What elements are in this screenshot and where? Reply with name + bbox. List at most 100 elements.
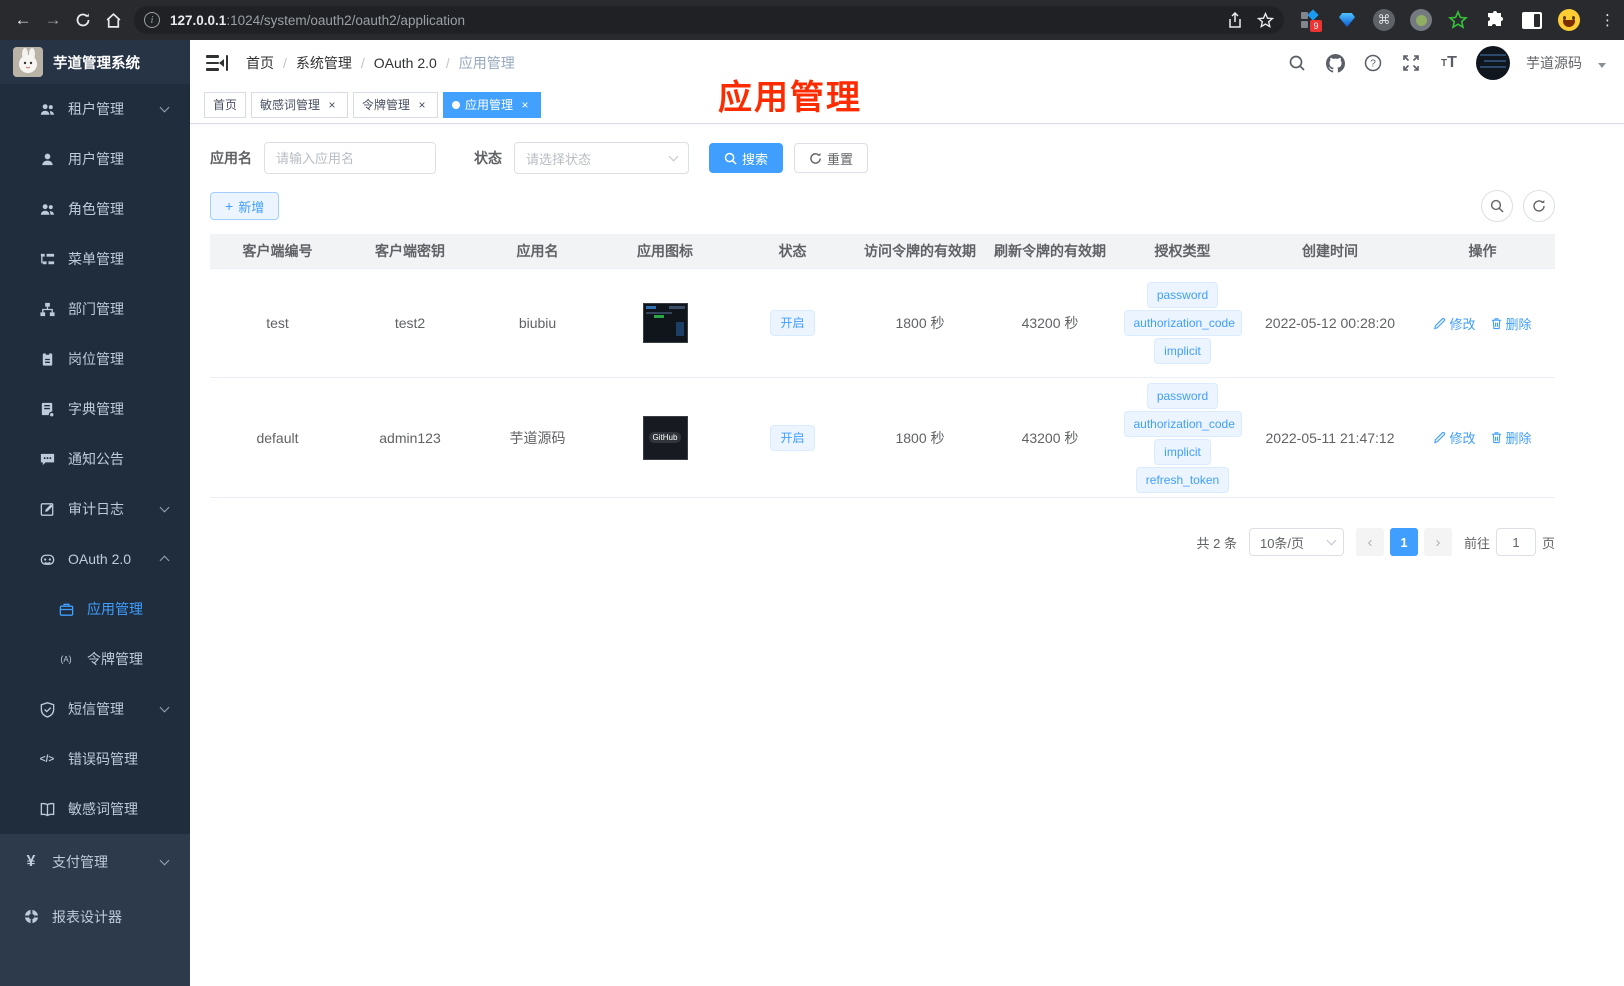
tab-首页[interactable]: 首页 [204, 91, 247, 118]
sidebar-item-令牌管理[interactable]: (A) 令牌管理 [0, 634, 190, 684]
font-size-icon[interactable]: TT [1438, 52, 1460, 74]
grant-type-tag: password [1146, 382, 1219, 409]
tab-令牌管理[interactable]: 令牌管理 × [353, 91, 439, 118]
sidebar-item-错误码管理[interactable]: </> 错误码管理 [0, 734, 190, 784]
sidebar-item-短信管理[interactable]: 短信管理 [0, 684, 190, 734]
chevron-down-icon [159, 855, 170, 865]
bookmark-star-icon[interactable] [1257, 11, 1274, 29]
app-logo[interactable]: 芋道管理系统 [0, 40, 190, 84]
browser-reload-icon[interactable] [68, 5, 98, 35]
app-name-input[interactable] [264, 142, 436, 174]
sidebar-item-label: 错误码管理 [68, 751, 138, 767]
sidebar-item-label: 用户管理 [68, 151, 124, 167]
sidebar-item-label: OAuth 2.0 [68, 551, 132, 567]
tab-close-icon[interactable]: × [415, 98, 429, 112]
robot-icon [38, 550, 56, 568]
user-avatar[interactable] [1476, 46, 1510, 80]
sidebar-item-岗位管理[interactable]: 岗位管理 [0, 334, 190, 384]
sidebar-item-应用管理[interactable]: 应用管理 [0, 584, 190, 634]
search-button[interactable]: 搜索 [709, 143, 784, 173]
sidebar: 芋道管理系统 租户管理用户管理角色管理菜单管理部门管理岗位管理 字典管理 通知公告审… [0, 40, 190, 986]
extension-blocks-icon[interactable]: 9 [1298, 8, 1322, 32]
prev-page-button[interactable]: ‹ [1355, 528, 1384, 556]
delete-button[interactable]: 删除 [1490, 314, 1532, 333]
user-name[interactable]: 芋道源码 [1526, 53, 1582, 73]
tab-敏感词管理[interactable]: 敏感词管理 × [251, 91, 349, 118]
sidebar-item-部门管理[interactable]: 部门管理 [0, 284, 190, 334]
sidebar-item-敏感词管理[interactable]: 敏感词管理 [0, 784, 190, 834]
toggle-search-icon[interactable] [1481, 190, 1513, 222]
tab-close-icon[interactable]: × [325, 98, 339, 112]
cell-app-icon [600, 269, 730, 377]
sidebar-item-字典管理[interactable]: 字典管理 [0, 384, 190, 434]
sidebar-item-菜单管理[interactable]: 菜单管理 [0, 234, 190, 284]
svg-text:?: ? [1370, 59, 1376, 70]
extension-star-icon[interactable] [1446, 8, 1470, 32]
page-size-select[interactable]: 10条/页 [1248, 528, 1344, 556]
app-icon-image: GitHub [642, 415, 688, 460]
address-bar[interactable]: i 127.0.0.1:1024/system/oauth2/oauth2/ap… [134, 6, 1284, 34]
fullscreen-icon[interactable] [1400, 52, 1422, 74]
column-header: 应用图标 [637, 243, 693, 259]
header-search-icon[interactable] [1286, 52, 1308, 74]
breadcrumb-item: 应用管理 [458, 55, 515, 71]
sidebar-item-支付管理[interactable]: ¥ 支付管理 [0, 834, 190, 889]
sidebar-item-角色管理[interactable]: 角色管理 [0, 184, 190, 234]
next-page-button[interactable]: › [1423, 528, 1452, 556]
sidebar-item-OAuth 2.0[interactable]: OAuth 2.0 [0, 534, 190, 584]
reset-button[interactable]: 重置 [794, 143, 869, 173]
sidebar-item-label: 菜单管理 [68, 251, 124, 267]
sidebar-item-label: 应用管理 [87, 601, 143, 617]
grant-type-tag: implicit [1154, 338, 1211, 364]
tab-应用管理[interactable]: 应用管理 × [443, 91, 542, 118]
refresh-table-icon[interactable] [1523, 190, 1555, 222]
browser-back-icon[interactable]: ← [8, 5, 38, 35]
browser-forward-icon[interactable]: → [38, 5, 68, 35]
github-icon[interactable] [1324, 52, 1346, 74]
edit-button[interactable]: 修改 [1433, 428, 1476, 447]
status-select[interactable]: 请选择状态 [514, 142, 689, 174]
sidebar-item-审计日志[interactable]: 审计日志 [0, 484, 190, 534]
extension-command-icon[interactable]: ⌘ [1372, 8, 1396, 32]
column-header: 刷新令牌的有效期 [994, 243, 1106, 259]
tab-close-icon[interactable]: × [518, 98, 532, 112]
breadcrumb-item[interactable]: OAuth 2.0 [374, 55, 437, 71]
user-icon [38, 150, 56, 168]
breadcrumb-separator: / [283, 55, 287, 71]
breadcrumb-item[interactable]: 首页 [246, 53, 274, 73]
breadcrumb-item[interactable]: 系统管理 [296, 53, 352, 73]
status-tag[interactable]: 开启 [770, 424, 815, 451]
site-info-icon[interactable]: i [144, 12, 160, 28]
extension-gem-icon[interactable] [1335, 8, 1359, 32]
share-icon[interactable] [1227, 11, 1243, 29]
table-toolbar: + 新增 [210, 190, 1555, 222]
edit-button[interactable]: 修改 [1433, 314, 1476, 333]
sidebar-item-报表设计器[interactable]: 报表设计器 [0, 889, 190, 944]
grant-type-tag: authorization_code [1123, 310, 1242, 336]
extension-record-icon[interactable] [1409, 8, 1433, 32]
cell-created-time: 2022-05-12 00:28:20 [1265, 315, 1395, 331]
total-count: 共 2 条 [1196, 535, 1237, 551]
sidebar-collapse-icon[interactable] [206, 53, 228, 73]
browser-menu-icon[interactable]: ⋮ [1600, 11, 1615, 29]
sidebar-item-label: 支付管理 [52, 853, 108, 870]
sidebar-item-通知公告[interactable]: 通知公告 [0, 434, 190, 484]
add-button[interactable]: + 新增 [210, 192, 280, 220]
delete-button[interactable]: 删除 [1490, 428, 1532, 447]
extension-puzzle-icon[interactable] [1483, 8, 1507, 32]
sidebar-item-label: 报表设计器 [52, 908, 122, 925]
help-icon[interactable]: ? [1362, 52, 1384, 74]
chevron-down-icon [159, 502, 170, 513]
side-panel-icon[interactable] [1520, 8, 1544, 32]
emoji-extension-icon[interactable] [1557, 8, 1581, 32]
goto-page-input[interactable] [1495, 528, 1536, 556]
browser-home-icon[interactable] [98, 5, 128, 35]
sidebar-item-label: 部门管理 [68, 301, 124, 317]
status-tag[interactable]: 开启 [770, 310, 815, 336]
current-page-button[interactable]: 1 [1389, 528, 1418, 556]
grant-type-tag: password [1146, 282, 1219, 308]
cell-actions: 修改 删除 [1410, 269, 1555, 377]
user-menu-caret-icon[interactable] [1598, 62, 1606, 68]
sidebar-item-租户管理[interactable]: 租户管理 [0, 84, 190, 134]
sidebar-item-用户管理[interactable]: 用户管理 [0, 134, 190, 184]
